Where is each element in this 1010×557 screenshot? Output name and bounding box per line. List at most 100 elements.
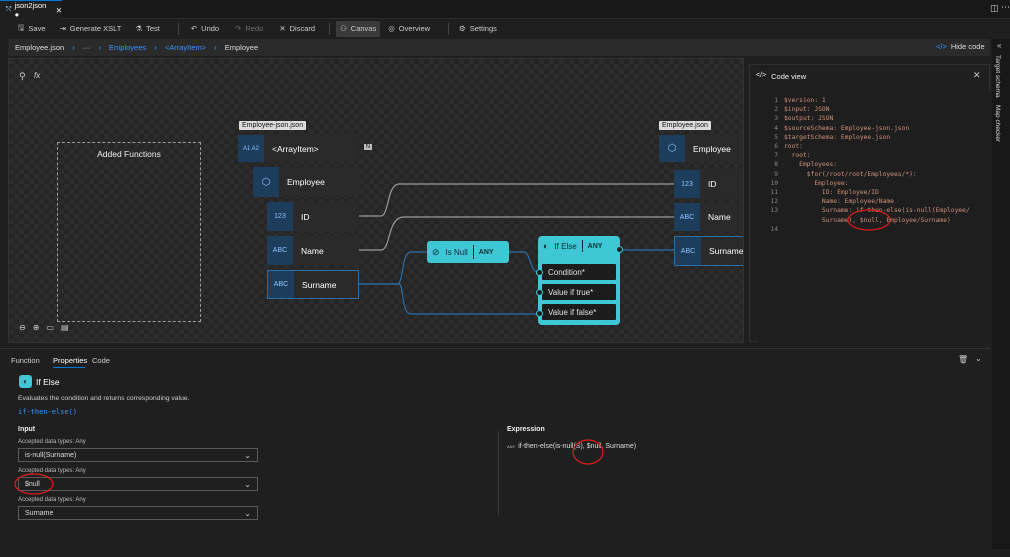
target-node-employee[interactable]: ⬡ Employee: [659, 135, 743, 162]
split-editor-icon[interactable]: ◫: [990, 3, 999, 14]
source-employee-label: Employee: [287, 177, 325, 187]
code-line-number: 10: [770, 179, 778, 187]
save-button[interactable]: 🖫 Save: [14, 21, 50, 37]
array-icon: A1 A2: [238, 135, 264, 162]
map-checker-tab[interactable]: Map checker: [994, 105, 1001, 142]
close-tab-icon[interactable]: ✕: [56, 6, 62, 15]
tab-code[interactable]: Code: [92, 356, 110, 365]
gear-icon: ⚙: [459, 24, 466, 33]
if-else-header: ◐ If Else ANY: [538, 236, 620, 256]
tab-properties[interactable]: Properties: [53, 356, 87, 365]
generate-xslt-button[interactable]: ⇥ Generate XSLT: [56, 21, 126, 37]
target-node-name[interactable]: ABC Name: [674, 203, 743, 231]
canvas-view-button[interactable]: ⚇ Canvas: [336, 20, 381, 37]
condition-port[interactable]: [536, 269, 543, 276]
target-employee-label: Employee: [693, 143, 731, 154]
value-if-true-input[interactable]: Value if true*: [542, 284, 616, 300]
zoom-out-icon[interactable]: ⊖: [19, 323, 26, 332]
code-line-text: $input: JSON: [784, 106, 830, 114]
value-if-false-dropdown[interactable]: Surname ⌄: [18, 506, 258, 520]
panel-divider: [498, 431, 499, 515]
hide-code-button[interactable]: </> Hide code: [936, 42, 985, 51]
code-line-number: 11: [770, 189, 778, 196]
condition-input[interactable]: Condition*: [542, 264, 616, 280]
connection-isnull-condition: [509, 251, 541, 274]
code-line-number: 5: [774, 133, 778, 141]
fit-view-icon[interactable]: ▭: [46, 323, 54, 332]
number-type-icon: 123: [674, 170, 700, 198]
discard-button[interactable]: ✕ Discard: [275, 21, 319, 37]
right-activity-rail: « Target schema Map checker: [992, 39, 1010, 549]
connection-id: [359, 183, 674, 217]
zoom-in-icon[interactable]: ⊕: [33, 323, 40, 332]
undo-button[interactable]: ↶ Undo: [187, 21, 223, 37]
source-node-employee[interactable]: ⬡ Employee: [253, 167, 359, 197]
if-else-function-node[interactable]: ◐ If Else ANY Condition* Value if true* …: [538, 236, 620, 325]
close-code-view-icon[interactable]: ✕: [973, 70, 981, 81]
source-name-label: Name: [301, 245, 324, 256]
overview-button[interactable]: ◎ Overview: [384, 21, 434, 37]
source-node-name[interactable]: ABC Name: [267, 236, 359, 265]
source-node-id[interactable]: 123 ID: [267, 202, 359, 231]
editor-tab-title: json2json ●: [14, 1, 47, 19]
connection-name: [359, 216, 674, 251]
mapping-canvas[interactable]: ⚲ fx Added Functions Employee-json.json …: [8, 58, 744, 343]
code-line-number: 2: [774, 106, 778, 114]
code-line-number: 7: [774, 152, 778, 160]
if-else-divider: [581, 240, 583, 252]
chevron-down-icon[interactable]: ⌄: [975, 354, 982, 363]
source-node-surname[interactable]: ABC Surname: [267, 270, 359, 299]
chevron-down-icon: ⌄: [244, 480, 251, 489]
source-node-arrayitem[interactable]: A1 A2 <ArrayItem> N: [238, 135, 372, 162]
breadcrumb-employees[interactable]: Employees: [109, 43, 146, 52]
target-schema-tab[interactable]: Target schema: [994, 55, 1001, 98]
chevron-down-icon: ⌄: [244, 509, 251, 518]
chevron-right-icon: ›: [72, 43, 75, 52]
target-node-id[interactable]: 123 ID: [674, 170, 743, 198]
if-else-label: If Else: [554, 241, 577, 251]
condition-dropdown[interactable]: is-null(Surname) ⌄: [18, 448, 258, 462]
code-line-number: 12: [770, 198, 778, 206]
connection-surname-isnull: [359, 251, 427, 285]
collapse-panel-icon[interactable]: «: [997, 41, 1001, 50]
target-name-label: Name: [708, 212, 731, 222]
breadcrumb-arrayitem[interactable]: <ArrayItem>: [165, 43, 206, 52]
input-heading: Input: [18, 426, 36, 433]
redo-icon: ↷: [235, 24, 242, 33]
value-if-true-port[interactable]: [536, 289, 543, 296]
redo-button[interactable]: ↷ Redo: [231, 21, 267, 37]
is-null-label: Is Null: [445, 247, 468, 257]
breadcrumb-file: Employee.json: [15, 43, 65, 52]
target-surname-label: Surname: [709, 246, 744, 256]
source-id-label: ID: [301, 211, 310, 222]
editor-tab-json2json[interactable]: ⤲ json2json ● ✕: [0, 0, 62, 19]
is-null-function-node[interactable]: ⊘ Is Null ANY: [427, 241, 509, 263]
minimap-icon[interactable]: ▤: [61, 323, 69, 332]
code-line-text: $for(/root/root/Employees/*):: [784, 170, 917, 178]
tab-function[interactable]: Function: [11, 356, 40, 365]
export-icon: ⇥: [59, 24, 66, 33]
if-else-type: ANY: [587, 242, 603, 250]
is-null-icon: ⊘: [432, 246, 440, 257]
connection-lines: [359, 183, 674, 315]
more-actions-icon[interactable]: ⋯: [1001, 2, 1010, 13]
code-line-number: 8: [774, 161, 778, 169]
target-node-surname[interactable]: ABC Surname: [674, 236, 744, 266]
breadcrumb-ellipsis[interactable]: ···: [83, 43, 91, 52]
breadcrumb: Employee.json › ··· › Employees › <Array…: [8, 39, 990, 56]
is-null-divider: [472, 245, 474, 259]
value-if-false-input[interactable]: Value if false*: [542, 304, 616, 320]
save-icon: 🖫: [18, 23, 25, 32]
trash-icon[interactable]: 🗑: [958, 355, 968, 364]
canvas-label: Canvas: [350, 24, 377, 33]
test-button[interactable]: ⚗ Test: [131, 21, 164, 37]
value-if-false-port[interactable]: [536, 310, 543, 317]
canvas-icon: ⚇: [340, 24, 347, 33]
map-file-icon: ⤲: [6, 6, 12, 13]
settings-button[interactable]: ⚙ Settings: [455, 21, 501, 37]
canvas-controls: ⊖ ⊕ ▭ ▤: [19, 323, 69, 332]
value-if-true-label: Value if true*: [548, 287, 594, 297]
if-else-output-port[interactable]: [616, 246, 623, 253]
object-icon: ⬡: [659, 135, 685, 162]
code-line-number: 1: [774, 97, 778, 104]
